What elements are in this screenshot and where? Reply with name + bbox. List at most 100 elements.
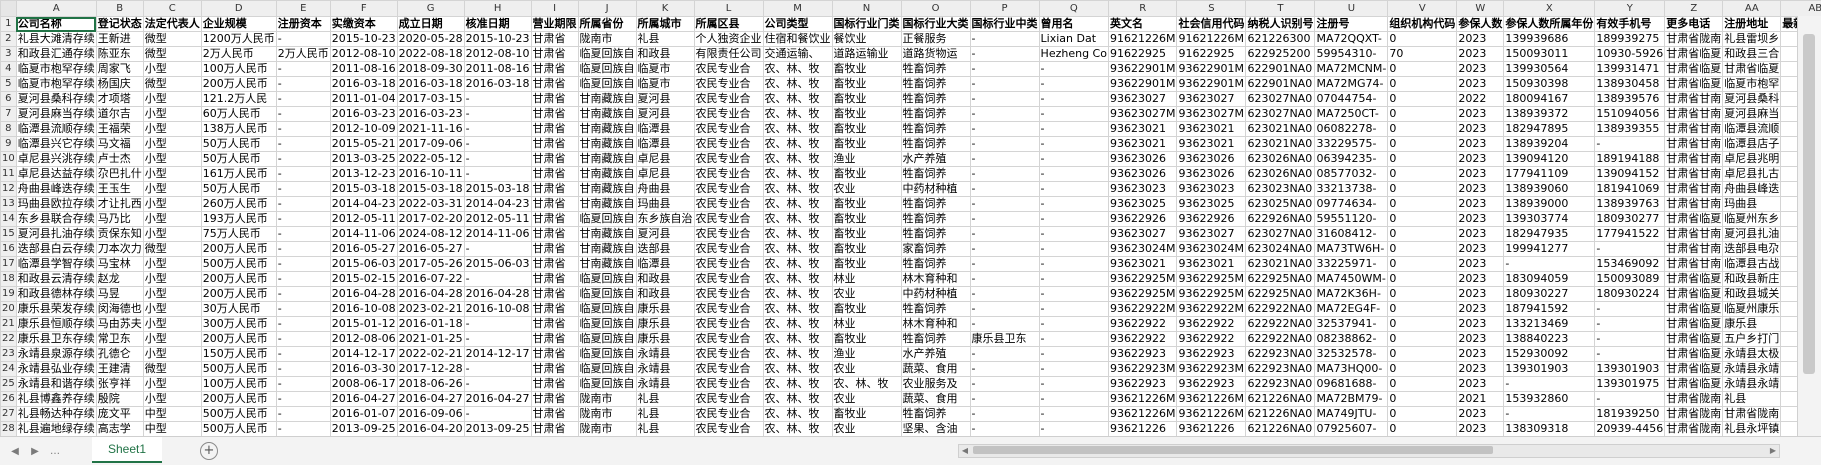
cell[interactable]: 实缴资本 bbox=[329, 16, 398, 32]
cell[interactable]: 小型 bbox=[142, 376, 202, 392]
cell[interactable]: 0 bbox=[1387, 121, 1458, 137]
cell[interactable]: 2023 bbox=[1456, 256, 1505, 272]
horizontal-scrollbar-thumb[interactable] bbox=[973, 446, 1493, 454]
cell[interactable]: 138930458 bbox=[1594, 76, 1666, 92]
cell[interactable]: - bbox=[275, 196, 331, 212]
cell[interactable]: - bbox=[1038, 421, 1109, 437]
column-header[interactable]: A bbox=[15, 0, 97, 17]
cell[interactable]: 138939000 bbox=[1503, 196, 1596, 212]
cell[interactable]: 公司类型 bbox=[762, 16, 833, 32]
cell[interactable]: 300万人民币 bbox=[200, 316, 277, 332]
cell[interactable]: 和政县汇通存续 bbox=[15, 46, 97, 62]
cell[interactable]: 甘南藏族自 bbox=[577, 106, 637, 122]
cell[interactable]: 舟曲县峰迭存续 bbox=[15, 181, 97, 197]
cell[interactable]: 礼县大滩清存续 bbox=[15, 31, 97, 47]
cell[interactable]: 甘南藏族自 bbox=[577, 256, 637, 272]
cell[interactable]: 临潭县店子 bbox=[1722, 136, 1782, 152]
cell[interactable]: 153469092 bbox=[1594, 256, 1666, 272]
cell[interactable]: 621226300 bbox=[1245, 31, 1316, 47]
cell[interactable]: 622923NA0 bbox=[1245, 361, 1316, 377]
cell[interactable]: 登记状态 bbox=[95, 16, 144, 32]
cell[interactable]: 260万人民币 bbox=[200, 196, 277, 212]
cell[interactable]: 180930277 bbox=[1594, 211, 1666, 227]
cell[interactable]: 2023 bbox=[1456, 226, 1505, 242]
cell[interactable]: 杨国庆 bbox=[95, 76, 144, 92]
cell[interactable]: - bbox=[969, 361, 1040, 377]
cell[interactable]: 2023 bbox=[1456, 361, 1505, 377]
cell[interactable]: 临夏回族自 bbox=[577, 271, 637, 287]
cell[interactable]: - bbox=[275, 106, 331, 122]
cell[interactable]: 舟曲县 bbox=[635, 181, 695, 197]
cell[interactable]: 2万人民币 bbox=[200, 46, 277, 62]
cell[interactable]: 畜牧业 bbox=[831, 136, 902, 152]
cell[interactable]: 牲畜饲养 bbox=[900, 256, 971, 272]
cell[interactable]: 农、林、牧 bbox=[831, 376, 902, 392]
cell[interactable]: 0 bbox=[1387, 271, 1458, 287]
cell[interactable]: 农、林、牧 bbox=[762, 196, 833, 212]
cell[interactable]: 161万人民币 bbox=[200, 166, 277, 182]
column-header[interactable]: N bbox=[831, 0, 902, 17]
cell[interactable]: 甘肃省 bbox=[530, 46, 579, 62]
cell[interactable]: 2015-10-23 bbox=[463, 31, 532, 47]
cell[interactable]: - bbox=[275, 331, 331, 347]
cell[interactable]: 纳税人识别号 bbox=[1245, 16, 1316, 32]
cell[interactable]: - bbox=[1038, 91, 1109, 107]
cell[interactable]: 道尔吉 bbox=[95, 106, 144, 122]
column-header[interactable]: S bbox=[1176, 0, 1247, 17]
cell[interactable]: 永靖县永靖 bbox=[1722, 361, 1782, 377]
cell[interactable]: MA72EG4F- bbox=[1314, 301, 1389, 317]
cell[interactable]: 2016-01-18 bbox=[396, 316, 465, 332]
cell[interactable]: 2022-08-18 bbox=[396, 46, 465, 62]
cell[interactable]: 中药材种植 bbox=[900, 286, 971, 302]
cell[interactable]: 甘肃省 bbox=[530, 391, 579, 407]
cell[interactable]: 甘肃省陇南 bbox=[1664, 406, 1724, 422]
cell[interactable]: 139303774 bbox=[1503, 211, 1596, 227]
cell[interactable]: 2017-05-26 bbox=[396, 256, 465, 272]
cell[interactable]: 农民专业合 bbox=[693, 241, 764, 257]
cell[interactable]: 31608412- bbox=[1314, 226, 1389, 242]
cell[interactable]: 93623024M bbox=[1107, 241, 1178, 257]
cell[interactable]: 小型 bbox=[142, 256, 202, 272]
cell[interactable]: - bbox=[1038, 316, 1109, 332]
prev-sheet-icon[interactable]: ◀ bbox=[8, 445, 22, 459]
column-header[interactable]: Y bbox=[1594, 0, 1666, 17]
cell[interactable]: 0 bbox=[1387, 286, 1458, 302]
cell[interactable]: 农、林、牧 bbox=[762, 136, 833, 152]
cell[interactable]: 临夏回族自 bbox=[577, 211, 637, 227]
cell[interactable]: 国标行业中类 bbox=[969, 16, 1040, 32]
cell[interactable]: - bbox=[1594, 301, 1666, 317]
cell[interactable]: - bbox=[275, 361, 331, 377]
cell[interactable]: 60万人民币 bbox=[200, 106, 277, 122]
cell[interactable]: 93621226M bbox=[1107, 406, 1178, 422]
cell[interactable]: 农民专业合 bbox=[693, 301, 764, 317]
cell[interactable]: 礼县畅达种存续 bbox=[15, 406, 97, 422]
cell[interactable]: 200万人民币 bbox=[200, 76, 277, 92]
cell[interactable]: 临潭县 bbox=[635, 121, 695, 137]
cell[interactable]: 夏河县扎油存续 bbox=[15, 226, 97, 242]
cell[interactable]: 2012-08-10 bbox=[463, 46, 532, 62]
cell[interactable]: 2016-03-18 bbox=[329, 76, 398, 92]
cell[interactable]: 临夏回族自 bbox=[577, 286, 637, 302]
cell[interactable]: - bbox=[1503, 256, 1596, 272]
cell[interactable]: 马文福 bbox=[95, 136, 144, 152]
row-header[interactable]: 3 bbox=[0, 46, 17, 62]
cell[interactable]: 93622922 bbox=[1176, 331, 1247, 347]
row-header[interactable]: 2 bbox=[0, 31, 17, 47]
cell[interactable]: 夏河县 bbox=[635, 106, 695, 122]
cell[interactable]: 甘肃省 bbox=[530, 406, 579, 422]
cell[interactable]: 农、林、牧 bbox=[762, 376, 833, 392]
column-header[interactable]: E bbox=[275, 0, 331, 17]
cell[interactable]: 622923NA0 bbox=[1245, 376, 1316, 392]
cell[interactable]: MA72BM79- bbox=[1314, 391, 1389, 407]
cell[interactable]: 卓尼县兆明 bbox=[1722, 151, 1782, 167]
cell[interactable]: 玛曲县 bbox=[635, 196, 695, 212]
cell[interactable]: 所属城市 bbox=[635, 16, 695, 32]
cell[interactable]: 交通运输、 bbox=[762, 46, 833, 62]
cell[interactable]: 621226NA0 bbox=[1245, 406, 1316, 422]
cell[interactable]: 2014-12-17 bbox=[463, 346, 532, 362]
column-header[interactable]: AB bbox=[1780, 0, 1821, 17]
cell[interactable]: 甘肃省临夏 bbox=[1664, 361, 1724, 377]
cell[interactable]: 138840223 bbox=[1503, 331, 1596, 347]
cell[interactable]: 家畜饲养 bbox=[900, 241, 971, 257]
cell[interactable]: 甘肃省 bbox=[530, 106, 579, 122]
